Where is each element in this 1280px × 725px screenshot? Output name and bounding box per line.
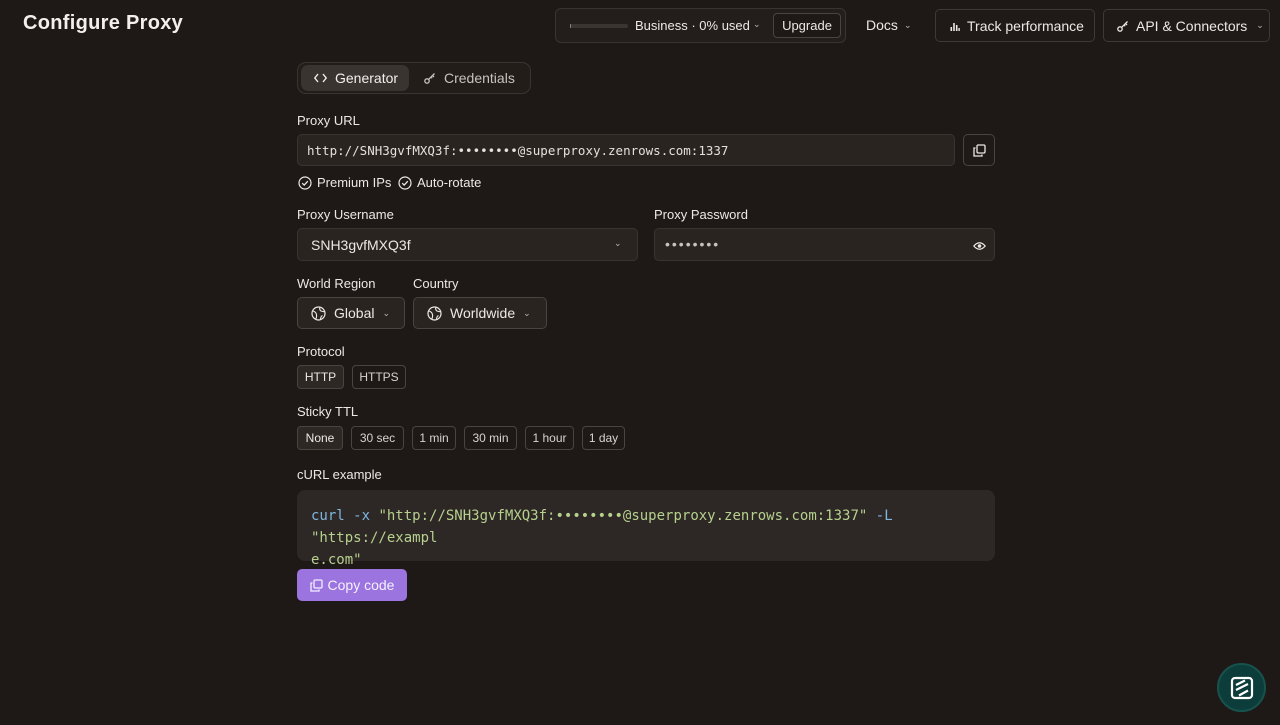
ttl-option-1-hour[interactable]: 1 hour bbox=[525, 426, 574, 450]
usage-progress-fill bbox=[570, 24, 572, 28]
proxy-url-field[interactable]: http://SNH3gvfMXQ3f:••••••••@superproxy.… bbox=[297, 134, 955, 166]
code-proxy-string: "http://SNH3gvfMXQ3f:••••••••@superproxy… bbox=[378, 508, 868, 524]
api-connectors-menu[interactable]: API & Connectors ⌄ bbox=[1103, 9, 1270, 42]
key-icon bbox=[424, 73, 435, 84]
proxy-password-label: Proxy Password bbox=[654, 207, 748, 222]
page-title: Configure Proxy bbox=[23, 12, 184, 34]
ttl-option-none[interactable]: None bbox=[297, 426, 343, 450]
key-icon bbox=[1117, 20, 1128, 32]
usage-progress-bar bbox=[570, 24, 628, 28]
protocol-option-http[interactable]: HTTP bbox=[297, 365, 344, 389]
tab-generator-label: Generator bbox=[335, 70, 399, 86]
zenrows-logo-icon bbox=[1230, 676, 1253, 699]
copy-url-button[interactable] bbox=[963, 134, 995, 166]
chevron-down-icon: ⌄ bbox=[1256, 20, 1264, 30]
premium-ips-option[interactable]: Premium IPs bbox=[298, 175, 391, 190]
code-icon bbox=[314, 73, 327, 83]
docs-menu[interactable]: Docs bbox=[866, 17, 898, 33]
country-select[interactable]: Worldwide ⌄ bbox=[413, 297, 547, 329]
copy-icon bbox=[309, 578, 323, 592]
check-circle-icon bbox=[398, 175, 412, 190]
world-region-label: World Region bbox=[297, 276, 376, 291]
plan-usage-label: Business · 0% used bbox=[635, 18, 750, 33]
copy-icon bbox=[972, 143, 986, 157]
auto-rotate-option[interactable]: Auto-rotate bbox=[398, 175, 481, 190]
support-chat-button[interactable] bbox=[1217, 663, 1266, 712]
track-performance-label: Track performance bbox=[967, 17, 1084, 34]
code-target-string: "https://exampl bbox=[311, 530, 438, 546]
copy-code-button[interactable]: Copy code bbox=[297, 569, 407, 601]
bar-chart-icon bbox=[950, 22, 960, 31]
ttl-option-1-min[interactable]: 1 min bbox=[412, 426, 456, 450]
chevron-down-icon: ⌄ bbox=[523, 307, 531, 318]
code-command: curl bbox=[311, 508, 345, 524]
proxy-url-label: Proxy URL bbox=[297, 113, 360, 128]
tab-generator[interactable]: Generator bbox=[301, 65, 409, 91]
code-target-string-cont: e.com" bbox=[311, 552, 362, 568]
proxy-username-select[interactable]: SNH3gvfMXQ3f bbox=[297, 228, 638, 261]
code-flag-l: -L bbox=[875, 508, 893, 524]
curl-code-block: curl -x "http://SNH3gvfMXQ3f:••••••••@su… bbox=[297, 490, 995, 568]
tab-credentials[interactable]: Credentials bbox=[412, 65, 528, 91]
protocol-option-https[interactable]: HTTPS bbox=[352, 365, 406, 389]
protocol-label: Protocol bbox=[297, 344, 345, 359]
country-value: Worldwide bbox=[450, 305, 516, 321]
track-performance-button[interactable]: Track performance bbox=[935, 9, 1095, 42]
proxy-password-field[interactable]: •••••••• bbox=[654, 228, 995, 261]
chevron-down-icon: ⌄ bbox=[753, 19, 761, 29]
chevron-down-icon: ⌄ bbox=[904, 20, 912, 30]
sticky-ttl-label: Sticky TTL bbox=[297, 404, 359, 419]
api-connectors-label: API & Connectors bbox=[1136, 17, 1248, 34]
eye-icon[interactable] bbox=[973, 238, 986, 256]
plan-usage-menu[interactable]: Business · 0% used ⌄ Upgrade bbox=[555, 8, 846, 43]
ttl-option-30-min[interactable]: 30 min bbox=[464, 426, 517, 450]
world-region-value: Global bbox=[334, 305, 375, 321]
copy-code-label: Copy code bbox=[327, 577, 395, 593]
ttl-option-30-sec[interactable]: 30 sec bbox=[351, 426, 404, 450]
code-flag-x: -x bbox=[353, 508, 371, 524]
chevron-down-icon: ⌄ bbox=[614, 238, 622, 248]
curl-example-label: cURL example bbox=[297, 467, 382, 482]
premium-ips-label: Premium IPs bbox=[317, 175, 392, 190]
world-region-select[interactable]: Global ⌄ bbox=[297, 297, 405, 329]
upgrade-button[interactable]: Upgrade bbox=[773, 13, 841, 38]
country-label: Country bbox=[413, 276, 459, 291]
globe-icon bbox=[311, 305, 326, 321]
check-circle-icon bbox=[298, 175, 312, 190]
ttl-option-1-day[interactable]: 1 day bbox=[582, 426, 625, 450]
globe-icon bbox=[427, 305, 442, 321]
chevron-down-icon: ⌄ bbox=[382, 307, 391, 318]
proxy-username-label: Proxy Username bbox=[297, 207, 394, 222]
auto-rotate-label: Auto-rotate bbox=[417, 175, 482, 190]
tab-credentials-label: Credentials bbox=[444, 70, 515, 86]
mode-tabs: Generator Credentials bbox=[297, 62, 531, 94]
